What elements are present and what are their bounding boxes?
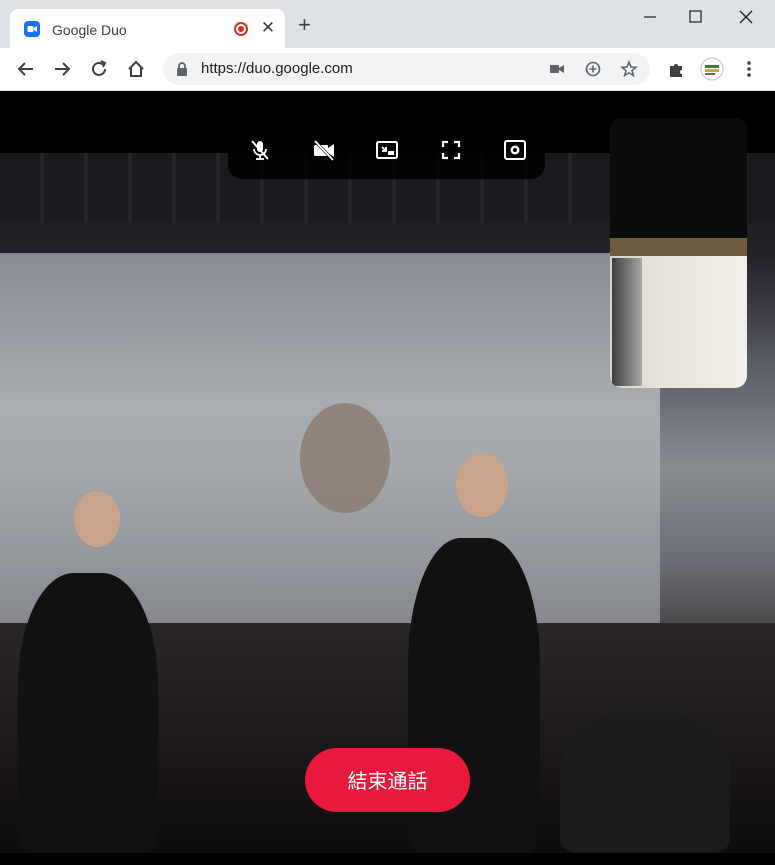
home-icon[interactable] (125, 58, 147, 80)
violinist-figure (18, 573, 158, 853)
minimize-window-button[interactable] (630, 4, 670, 30)
self-view-window (612, 258, 642, 386)
new-tab-button[interactable]: + (298, 14, 311, 36)
timpani-figure (560, 713, 730, 853)
tab-close-icon[interactable]: ✕ (260, 18, 276, 38)
profile-avatar[interactable] (700, 57, 724, 81)
fullscreen-icon[interactable] (438, 137, 464, 163)
recording-indicator-icon (234, 22, 248, 36)
extensions-puzzle-icon[interactable] (665, 58, 687, 80)
address-bar[interactable]: https://duo.google.com (163, 53, 650, 85)
call-controls-bar (228, 123, 545, 179)
browser-toolbar: https://duo.google.com (0, 48, 775, 91)
forward-arrow-icon[interactable] (51, 58, 73, 80)
settings-icon[interactable] (502, 137, 528, 163)
bookmark-star-icon[interactable] (620, 60, 638, 78)
lock-icon[interactable] (173, 60, 191, 78)
more-menu-icon[interactable] (738, 58, 760, 80)
self-view-preview[interactable] (610, 118, 747, 388)
maximize-window-button[interactable] (676, 4, 716, 30)
tab-google-duo[interactable]: Google Duo ✕ (10, 9, 285, 48)
tab-strip: Google Duo ✕ + (0, 0, 775, 48)
camera-off-icon[interactable] (311, 137, 337, 163)
tab-title: Google Duo (52, 22, 127, 38)
mic-off-icon[interactable] (247, 137, 273, 163)
close-window-button[interactable] (726, 4, 766, 30)
screen-face (300, 403, 390, 513)
violinist-head (74, 491, 120, 547)
picture-in-picture-icon[interactable] (374, 137, 400, 163)
url-text: https://duo.google.com (201, 60, 353, 77)
zoom-icon[interactable] (584, 60, 602, 78)
duo-favicon-icon (24, 21, 40, 37)
reload-icon[interactable] (88, 58, 110, 80)
back-arrow-icon[interactable] (15, 58, 37, 80)
camera-in-use-icon[interactable] (548, 60, 566, 78)
self-view-dark-area (610, 118, 747, 238)
self-view-trim (610, 238, 747, 256)
end-call-button[interactable]: 結束通話 (305, 748, 470, 812)
conductor-head (456, 453, 508, 517)
call-view: 結束通話 (0, 91, 775, 865)
